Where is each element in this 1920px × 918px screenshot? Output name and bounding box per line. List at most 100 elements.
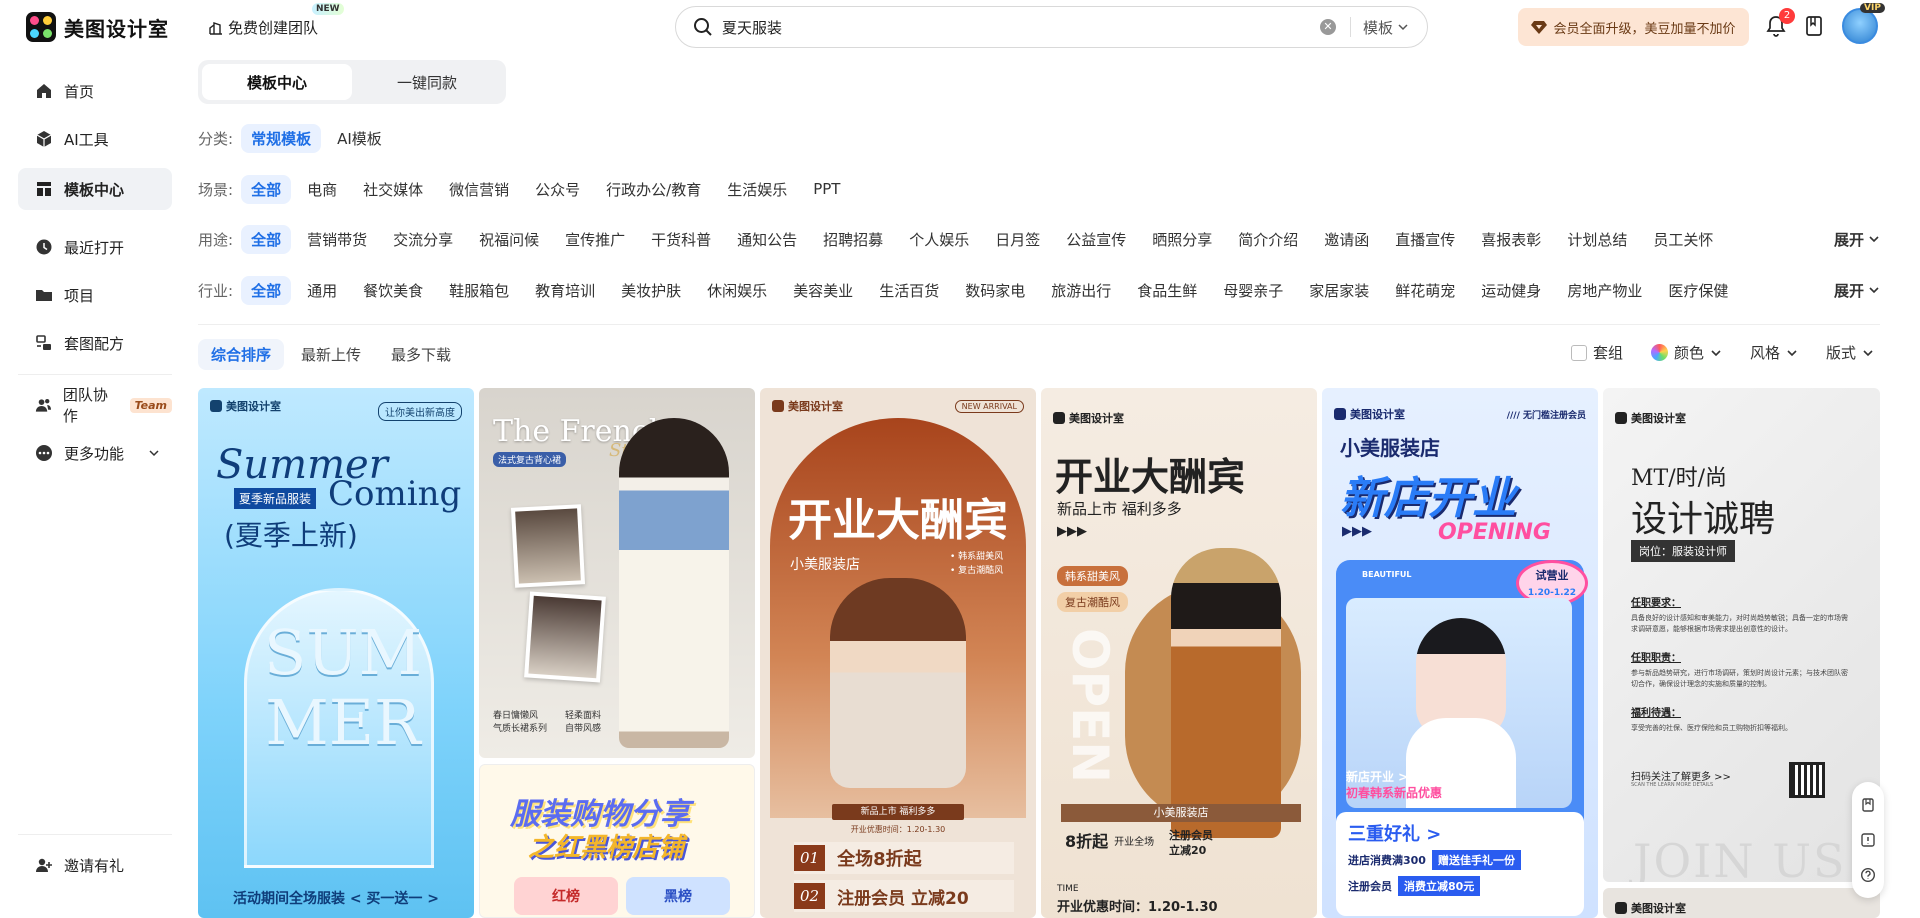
chevron-down-icon [1869,287,1879,294]
filter-chip[interactable]: 家居家装 [1299,276,1379,305]
template-card[interactable]: The French Style 法式复古背心裙 春日慵懒风气质长裙系列 轻柔面… [479,388,755,758]
filter-chip[interactable]: 旅游出行 [1041,276,1121,305]
clear-search-icon[interactable]: ✕ [1319,19,1336,35]
filter-chip[interactable]: AI模板 [327,124,392,153]
sort-bar: 综合排序 最新上传 最多下载 套组 颜色 风格 版式 [198,338,1880,370]
filter-chip[interactable]: 直播宣传 [1385,225,1465,254]
search-type-dropdown[interactable]: 模板 [1363,17,1409,38]
template-card[interactable]: 美图设计室 //// 无门槛注册会员 小美服装店 新店开业 ▶▶▶ OPENIN… [1322,388,1598,918]
style-filter-dropdown[interactable]: 风格 [1750,342,1798,363]
color-wheel-icon [1650,344,1668,361]
filter-chip[interactable]: 员工关怀 [1643,225,1723,254]
expand-industry-button[interactable]: 展开 [1834,280,1880,301]
filter-chip[interactable]: 美妆护肤 [611,276,691,305]
section-title: 福利待遇： [1631,708,1681,719]
filter-chip[interactable]: 运动健身 [1471,276,1551,305]
filter-chip[interactable]: 晒照分享 [1142,225,1222,254]
layout-filter-dropdown[interactable]: 版式 [1826,342,1874,363]
card-body: 任职要求： 具备良好的设计感知和审美能力，对时尚趋势敏锐；具备一定的市场需求调研… [1631,594,1851,734]
expand-label: 展开 [1833,230,1864,249]
model-figure-art [1171,548,1281,838]
filter-chip[interactable]: 宣传推广 [555,225,635,254]
filter-chip[interactable]: 常规模板 [241,123,322,153]
template-card[interactable]: 美图设计室 [1603,888,1880,918]
user-avatar[interactable] [1842,8,1878,44]
filter-chip[interactable]: 电商 [297,175,347,204]
sidebar-item-more[interactable]: 更多功能 [18,432,172,474]
search-input[interactable] [722,18,1320,36]
filter-chip[interactable]: 美容美业 [783,276,863,305]
sidebar: 首页 AI工具 模板中心 最近打开 项目 套图配方 团队协作 Team 更多功能… [0,54,190,912]
filter-chip[interactable]: 通用 [297,276,347,305]
filter-chip[interactable]: 招聘招募 [813,225,893,254]
filter-chip[interactable]: 休闲娱乐 [697,276,777,305]
sidebar-item-label: 邀请有礼 [64,856,125,875]
filter-chip[interactable]: 邀请函 [1314,225,1379,254]
sidebar-item-ai-tools[interactable]: AI工具 [18,118,172,160]
filter-chip[interactable]: 医疗保健 [1658,276,1738,305]
filter-chip[interactable]: 干货科普 [641,225,721,254]
filter-chip[interactable]: 教育培训 [525,276,605,305]
set-checkbox-filter[interactable]: 套组 [1570,342,1623,363]
sidebar-item-home[interactable]: 首页 [18,70,172,112]
filter-chip[interactable]: 通知公告 [727,225,807,254]
sort-latest[interactable]: 最新上传 [288,339,374,370]
filter-chip[interactable]: 交流分享 [383,225,463,254]
filter-chip[interactable]: 祝福问候 [469,225,549,254]
template-card[interactable]: 美图设计室 开业大酬宾 新品上市 福利多多 ▶▶▶ 韩系甜美风 复古潮酷风 OP… [1041,388,1317,918]
sort-most-downloaded[interactable]: 最多下载 [378,339,464,370]
filter-chip[interactable]: 个人娱乐 [899,225,979,254]
filter-chip[interactable]: 喜报表彰 [1471,225,1551,254]
filter-chip[interactable]: 日月签 [985,225,1050,254]
filter-chip[interactable]: 社交媒体 [353,175,433,204]
expand-usage-button[interactable]: 展开 [1834,229,1880,250]
logo[interactable]: 美图设计室 [26,12,169,42]
filter-chip[interactable]: 生活娱乐 [717,175,797,204]
card-title: 开业大酬宾 [1055,455,1246,499]
sidebar-item-team[interactable]: 团队协作 Team [18,384,172,426]
template-card[interactable]: 服装购物分享 之红黑榜店铺 红榜 黑榜 [479,764,755,918]
checkbox[interactable] [1570,344,1587,361]
sort-comprehensive[interactable]: 综合排序 [198,338,285,370]
filter-chip[interactable]: 全部 [241,275,292,305]
filter-chip[interactable]: 微信营销 [439,175,519,204]
filter-chip[interactable]: 行政办公/教育 [596,175,711,204]
filter-chip[interactable]: 全部 [241,174,292,204]
create-team-button[interactable]: 免费创建团队 [208,17,318,38]
filter-chip[interactable]: 简介介绍 [1228,225,1308,254]
filter-chip[interactable]: 餐饮美食 [353,276,433,305]
filter-chip[interactable]: 公益宣传 [1056,225,1136,254]
filter-chip[interactable]: 生活百货 [869,276,949,305]
bookmark-icon[interactable] [1860,797,1876,813]
sidebar-item-invite[interactable]: 邀请有礼 [18,844,172,886]
filter-chip[interactable]: 营销带货 [297,225,377,254]
card-role: 岗位：服装设计师 [1631,540,1735,562]
tab-one-click-same[interactable]: 一键同款 [352,64,502,100]
new-open-label: 新店开业 > [1346,770,1409,784]
filter-chip[interactable]: 鞋服箱包 [439,276,519,305]
filter-chip[interactable]: 计划总结 [1557,225,1637,254]
sidebar-item-recipes[interactable]: 套图配方 [18,322,172,364]
sidebar-item-recent[interactable]: 最近打开 [18,226,172,268]
filter-chip[interactable]: 母婴亲子 [1213,276,1293,305]
filter-chip[interactable]: 公众号 [525,175,590,204]
filter-chip[interactable]: 房地产物业 [1557,276,1652,305]
template-card[interactable]: 美图设计室 MT/时/尚 设计诚聘 岗位：服装设计师 任职要求： 具备良好的设计… [1603,388,1880,882]
feedback-icon[interactable] [1860,832,1876,848]
tab-template-center[interactable]: 模板中心 [202,64,352,100]
filter-chip[interactable]: PPT [803,176,850,202]
filter-chip[interactable]: 鲜花萌宠 [1385,276,1465,305]
template-card[interactable]: 美图设计室 让你美出新高度 Summer 夏季新品服装 Coming (夏季上新… [198,388,474,918]
vip-promo-banner[interactable]: 会员全面升级，美豆加量不加价 [1518,8,1749,46]
filter-chip[interactable]: 全部 [241,224,292,254]
brand-logo-icon [1334,408,1346,420]
template-card[interactable]: 美图设计室 NEW ARRIVAL 开业大酬宾 小美服装店 • 韩系甜美风 • 复… [760,388,1036,918]
sidebar-item-projects[interactable]: 项目 [18,274,172,316]
favorites-book-icon[interactable] [1802,14,1826,38]
filter-chip[interactable]: 食品生鲜 [1127,276,1207,305]
filter-chip[interactable]: 数码家电 [955,276,1035,305]
color-filter-dropdown[interactable]: 颜色 [1650,342,1722,363]
brand-logo-icon [1615,902,1627,914]
sidebar-item-template-center[interactable]: 模板中心 [18,168,172,210]
help-icon[interactable] [1860,867,1876,883]
